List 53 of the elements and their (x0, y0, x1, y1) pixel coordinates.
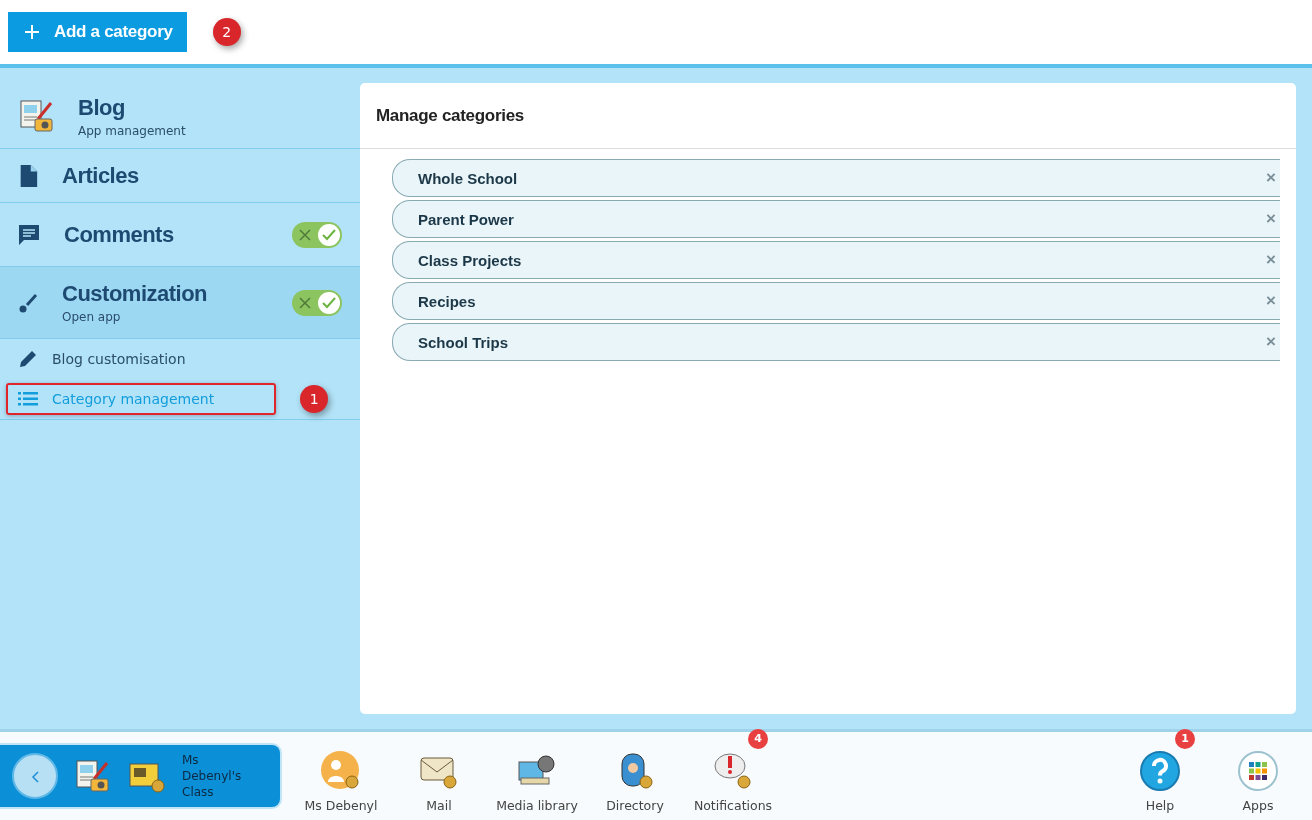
sidebar-item[interactable]: Customization Open app (0, 267, 360, 339)
dock-app[interactable]: Notifications (684, 749, 782, 813)
app-grid-icon (1237, 749, 1279, 792)
blog-app-icon (74, 757, 112, 795)
brush-icon (18, 292, 38, 313)
toggle-switch[interactable] (292, 221, 342, 248)
app-title: Blog (78, 94, 126, 121)
blog-app-icon (18, 97, 56, 135)
help-icon (1139, 749, 1181, 792)
document-icon (18, 164, 38, 187)
check-icon (322, 228, 336, 241)
card-title: Manage categories (360, 83, 1296, 149)
dock-app[interactable]: Help (1111, 749, 1209, 813)
app-subtitle: App management (78, 123, 186, 138)
sidebar-item[interactable]: Articles (0, 149, 360, 203)
class-name: Ms Debenyl's Class (182, 752, 243, 800)
dock-app-label: Mail (426, 797, 452, 813)
comment-icon (18, 223, 40, 246)
plus-icon (24, 24, 40, 40)
dock-app[interactable]: Ms Debenyl (292, 749, 390, 813)
dock-app-label: Directory (606, 797, 664, 813)
category-label: Parent Power (418, 210, 514, 228)
sidebar-item-label: Comments (64, 221, 174, 248)
pencil-icon (18, 349, 38, 369)
dock-app[interactable]: Apps (1209, 749, 1307, 813)
list-icon (18, 392, 38, 406)
cross-icon (299, 228, 311, 241)
annotation-badge: 2 (212, 18, 241, 46)
dock-app-label: Media library (496, 797, 578, 813)
dock-app[interactable]: Directory (586, 749, 684, 813)
person-icon (320, 749, 362, 792)
annotation-badge: 1 (300, 385, 329, 413)
chevron-left-icon (31, 770, 39, 783)
sidebar-item-label: Customization (62, 281, 208, 307)
check-icon (322, 296, 336, 309)
dock-app-label: Help (1145, 797, 1175, 813)
notification-badge: 1 (1175, 728, 1195, 749)
back-button[interactable] (12, 753, 58, 799)
category-label: Class Projects (418, 251, 522, 269)
sidebar-subitem[interactable]: Blog customisation (18, 349, 186, 369)
category-label: Recipes (418, 292, 476, 310)
dock-app[interactable]: Media library (488, 749, 586, 813)
notification-badge: 4 (748, 728, 768, 749)
dock-app-label: Ms Debenyl (304, 797, 378, 813)
dock-app[interactable]: Mail (390, 749, 488, 813)
dock-app-label: Apps (1242, 797, 1274, 813)
sidebar-item-label: Articles (62, 162, 139, 189)
dock-app-label: Notifications (693, 797, 773, 813)
sidebar-item-subtitle: Open app (62, 310, 122, 324)
category-label: School Trips (418, 333, 508, 351)
toggle-switch[interactable] (292, 289, 342, 316)
cross-icon (299, 296, 311, 309)
category-label: Whole School (418, 169, 518, 187)
